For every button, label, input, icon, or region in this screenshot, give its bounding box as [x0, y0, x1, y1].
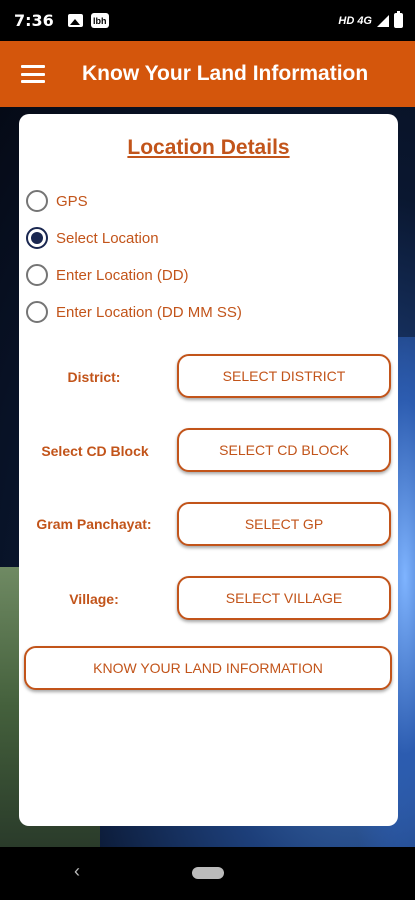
radio-button-checked-icon[interactable]	[26, 227, 48, 249]
status-bar: 7:36 lbh HD 4G	[0, 0, 415, 41]
select-village-button[interactable]: SELECT VILLAGE	[177, 576, 391, 620]
back-icon[interactable]: ‹	[74, 861, 80, 882]
radio-label: Enter Location (DD MM SS)	[56, 303, 242, 321]
app-bar: Know Your Land Information	[0, 41, 415, 107]
radio-enter-location-dd-mm-ss[interactable]: Enter Location (DD MM SS)	[26, 301, 242, 323]
radio-gps[interactable]: GPS	[26, 190, 88, 212]
signal-icon	[377, 14, 389, 27]
navigation-bar: ‹	[0, 847, 415, 900]
home-pill-icon[interactable]	[192, 867, 224, 879]
radio-label: Enter Location (DD)	[56, 266, 189, 284]
radio-button-icon[interactable]	[26, 264, 48, 286]
radio-select-location[interactable]: Select Location	[26, 227, 159, 249]
know-your-land-information-button[interactable]: KNOW YOUR LAND INFORMATION	[24, 646, 392, 690]
select-district-button[interactable]: SELECT DISTRICT	[177, 354, 391, 398]
select-cd-block-button[interactable]: SELECT CD BLOCK	[177, 428, 391, 472]
gram-panchayat-label: Gram Panchayat:	[36, 516, 152, 532]
card-title: Location Details	[127, 136, 290, 159]
radio-label: GPS	[56, 192, 88, 210]
status-time: 7:36	[14, 11, 54, 30]
battery-icon	[394, 11, 403, 28]
select-gp-button[interactable]: SELECT GP	[177, 502, 391, 546]
location-details-card: Location Details GPS Select Location Ent…	[19, 114, 398, 826]
image-notification-icon	[67, 14, 83, 27]
radio-button-icon[interactable]	[26, 301, 48, 323]
notification-icons: lbh	[67, 13, 109, 28]
district-label: District:	[67, 369, 121, 385]
radio-label: Select Location	[56, 229, 159, 247]
app-title: Know Your Land Information	[82, 62, 369, 85]
radio-enter-location-dd[interactable]: Enter Location (DD)	[26, 264, 189, 286]
hamburger-menu-icon[interactable]	[21, 65, 45, 83]
network-indicator: HD 4G	[338, 14, 372, 27]
system-icons: HD 4G	[338, 11, 403, 28]
radio-button-icon[interactable]	[26, 190, 48, 212]
cd-block-label: Select CD Block	[41, 443, 149, 459]
village-label: Village:	[69, 591, 119, 607]
app-notification-icon: lbh	[90, 13, 109, 28]
